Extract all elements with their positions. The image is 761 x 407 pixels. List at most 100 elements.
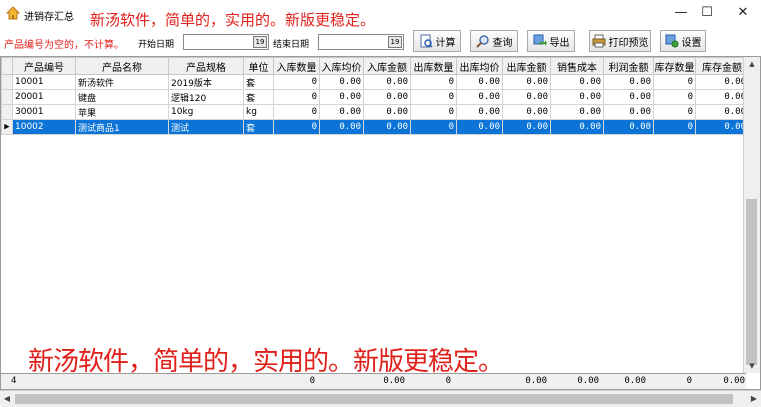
- calendar-icon[interactable]: 19: [253, 36, 267, 48]
- query-button[interactable]: 查询: [470, 30, 518, 52]
- table-cell-cost[interactable]: 0.00: [550, 89, 604, 105]
- start-date-field[interactable]: 19: [183, 34, 269, 50]
- table-cell-code[interactable]: 10002: [12, 119, 76, 135]
- table-cell-out-amt[interactable]: 0.00: [502, 89, 551, 105]
- calculate-button[interactable]: 计算: [413, 30, 461, 52]
- print-preview-button[interactable]: 打印预览: [589, 30, 651, 52]
- warning-text: 产品编号为空的，不计算。: [4, 40, 124, 51]
- column-header[interactable]: 单位: [243, 57, 274, 75]
- scroll-left-icon[interactable]: ◀: [0, 391, 14, 407]
- table-cell-name[interactable]: 苹果: [75, 104, 169, 120]
- column-header[interactable]: 入库数量: [273, 57, 320, 75]
- table-cell-profit[interactable]: 0.00: [603, 104, 654, 120]
- table-row[interactable]: 30001 苹果 10kg kg 0 0.00 0.00 0 0.00 0.00 0.00 0.00 0…: [1, 104, 749, 120]
- table-cell-in-qty[interactable]: 0: [273, 89, 320, 105]
- table-cell-out-avg[interactable]: 0.00: [456, 104, 503, 120]
- horizontal-scrollbar[interactable]: ◀ ▶: [0, 390, 761, 407]
- table-cell-out-avg[interactable]: 0.00: [456, 74, 503, 90]
- table-cell-out-qty[interactable]: 0: [410, 89, 457, 105]
- table-cell-unit[interactable]: 套: [243, 89, 274, 105]
- table-row[interactable]: 10001 新汤软件 2019版本套 0 0.00 0.00 0 0.00 0.00 0.00 0.…: [1, 74, 749, 90]
- column-header[interactable]: 产品名称: [75, 57, 169, 75]
- table-cell-profit[interactable]: 0.00: [603, 119, 654, 135]
- table-cell-out-amt[interactable]: 0.00: [502, 104, 551, 120]
- column-header[interactable]: 出库金额: [502, 57, 551, 75]
- table-cell-spec[interactable]: 逻辑120: [168, 89, 244, 105]
- horizontal-scroll-thumb[interactable]: [15, 394, 733, 404]
- column-header[interactable]: 产品编号: [12, 57, 76, 75]
- table-cell-stock-amt[interactable]: 0.00: [695, 104, 749, 120]
- column-header[interactable]: 出库数量: [410, 57, 457, 75]
- table-cell-in-qty[interactable]: 0: [273, 119, 320, 135]
- row-header-corner: [1, 57, 13, 75]
- maximize-button[interactable]: ☐: [690, 2, 724, 24]
- table-cell-in-avg[interactable]: 0.00: [319, 119, 364, 135]
- export-button[interactable]: 导出: [527, 30, 575, 52]
- settings-button[interactable]: 设置: [660, 30, 706, 52]
- row-indicator[interactable]: [1, 89, 13, 105]
- table-cell-code[interactable]: 30001: [12, 104, 76, 120]
- table-cell-in-amt[interactable]: 0.00: [363, 89, 411, 105]
- table-cell-stock-qty[interactable]: 0: [653, 74, 696, 90]
- table-cell-profit[interactable]: 0.00: [603, 74, 654, 90]
- table-cell-spec[interactable]: 测试: [168, 119, 244, 135]
- vertical-scrollbar[interactable]: ▲ ▼: [743, 57, 760, 373]
- column-header[interactable]: 利润金额: [603, 57, 654, 75]
- table-cell-name[interactable]: 测试商品1: [75, 119, 169, 135]
- table-cell-code[interactable]: 20001: [12, 89, 76, 105]
- table-row[interactable]: ▶ 10002 测试商品1 测试套 0 0.00 0.00 0 0.00 0.00 0.00 0.00…: [1, 119, 749, 135]
- table-cell-spec[interactable]: 10kg: [168, 104, 244, 120]
- scroll-right-icon[interactable]: ▶: [747, 391, 761, 407]
- table-cell-in-amt[interactable]: 0.00: [363, 104, 411, 120]
- table-cell-stock-qty[interactable]: 0: [653, 104, 696, 120]
- table-cell-out-amt[interactable]: 0.00: [502, 74, 551, 90]
- table-row[interactable]: 20001 键盘 逻辑120 套 0 0.00 0.00 0 0.00 0.00 0.00 0.00 0…: [1, 89, 749, 105]
- table-cell-cost[interactable]: 0.00: [550, 104, 604, 120]
- column-header[interactable]: 入库金额: [363, 57, 411, 75]
- row-indicator[interactable]: [1, 74, 13, 90]
- calendar-icon[interactable]: 19: [388, 36, 402, 48]
- column-header[interactable]: 产品规格: [168, 57, 244, 75]
- column-header[interactable]: 库存金额: [695, 57, 749, 75]
- table-cell-out-qty[interactable]: 0: [410, 104, 457, 120]
- row-indicator[interactable]: [1, 104, 13, 120]
- table-cell-unit[interactable]: kg: [243, 104, 274, 120]
- table-cell-out-qty[interactable]: 0: [410, 74, 457, 90]
- end-date-field[interactable]: 19: [318, 34, 404, 50]
- table-cell-in-avg[interactable]: 0.00: [319, 89, 364, 105]
- table-cell-out-avg[interactable]: 0.00: [456, 119, 503, 135]
- table-cell-in-avg[interactable]: 0.00: [319, 104, 364, 120]
- table-cell-in-qty[interactable]: 0: [273, 74, 320, 90]
- table-cell-stock-amt[interactable]: 0.00: [695, 74, 749, 90]
- table-cell-cost[interactable]: 0.00: [550, 119, 604, 135]
- table-cell-in-avg[interactable]: 0.00: [319, 74, 364, 90]
- table-cell-profit[interactable]: 0.00: [603, 89, 654, 105]
- table-cell-stock-qty[interactable]: 0: [653, 119, 696, 135]
- table-cell-stock-qty[interactable]: 0: [653, 89, 696, 105]
- row-indicator[interactable]: ▶: [1, 119, 13, 135]
- table-cell-out-qty[interactable]: 0: [410, 119, 457, 135]
- table-cell-name[interactable]: 新汤软件: [75, 74, 169, 90]
- column-header[interactable]: 入库均价: [319, 57, 364, 75]
- summary-grid[interactable]: 产品编号 产品名称 产品规格 单位 入库数量 入库均价 入库金额 出库数量 出库…: [0, 56, 761, 390]
- table-cell-out-amt[interactable]: 0.00: [502, 119, 551, 135]
- table-cell-in-qty[interactable]: 0: [273, 104, 320, 120]
- vertical-scroll-thumb[interactable]: [746, 199, 757, 365]
- column-header[interactable]: 库存数量: [653, 57, 696, 75]
- table-cell-stock-amt[interactable]: 0.00: [695, 89, 749, 105]
- table-cell-in-amt[interactable]: 0.00: [363, 74, 411, 90]
- table-cell-cost[interactable]: 0.00: [550, 74, 604, 90]
- table-cell-out-avg[interactable]: 0.00: [456, 89, 503, 105]
- table-cell-name[interactable]: 键盘: [75, 89, 169, 105]
- table-cell-code[interactable]: 10001: [12, 74, 76, 90]
- scroll-down-icon[interactable]: ▼: [744, 359, 760, 373]
- table-cell-unit[interactable]: 套: [243, 74, 274, 90]
- column-header[interactable]: 销售成本: [550, 57, 604, 75]
- table-cell-unit[interactable]: 套: [243, 119, 274, 135]
- close-button[interactable]: ✕: [726, 2, 760, 24]
- table-cell-stock-amt[interactable]: 0.00: [695, 119, 749, 135]
- scroll-up-icon[interactable]: ▲: [744, 57, 760, 71]
- column-header[interactable]: 出库均价: [456, 57, 503, 75]
- table-cell-in-amt[interactable]: 0.00: [363, 119, 411, 135]
- table-cell-spec[interactable]: 2019版本: [168, 74, 244, 90]
